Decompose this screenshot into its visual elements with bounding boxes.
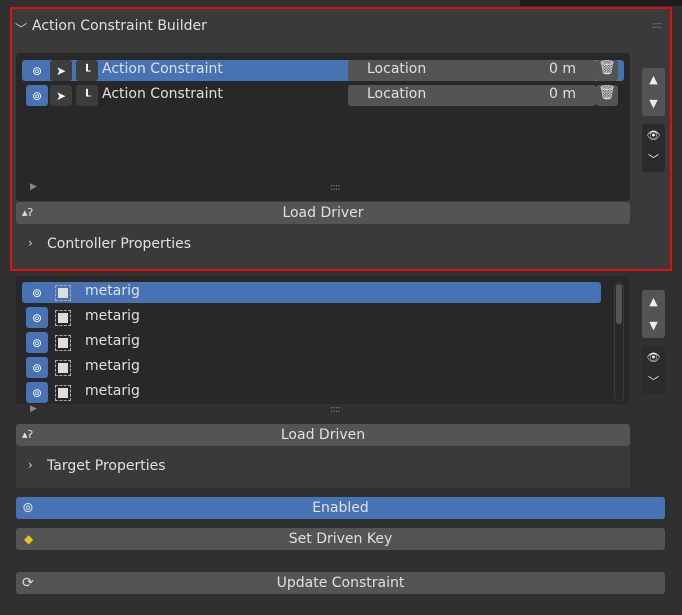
constraint-name[interactable]: Action Constraint — [102, 86, 223, 102]
scrollbar[interactable] — [614, 282, 624, 402]
trash-icon[interactable]: 🗑 — [596, 85, 618, 106]
bone-select-icon[interactable] — [52, 357, 74, 378]
top-strip — [520, 0, 682, 6]
field-value: 0 m — [549, 61, 576, 77]
constraint-icon: ⊚ — [26, 332, 48, 353]
chevron-down-icon[interactable]: ﹀ — [15, 20, 27, 37]
update-constraint-button[interactable]: ⟳ Update Constraint — [16, 572, 665, 594]
constraint-name[interactable]: Action Constraint — [102, 61, 223, 77]
target-row[interactable]: ⊚ metarig — [22, 332, 601, 353]
target-name[interactable]: metarig — [85, 333, 140, 349]
update-constraint-label: Update Constraint — [276, 575, 405, 591]
target-row[interactable]: ⊚ metarig — [22, 357, 601, 378]
target-row[interactable]: ⊚ metarig — [22, 382, 601, 403]
expand-triangle-icon[interactable]: ▶ — [30, 182, 37, 192]
target-properties-subpanel[interactable]: Target Properties — [47, 458, 166, 474]
load-driver-button[interactable]: ▴ʔ Load Driver — [16, 202, 630, 224]
driver-icon: ▴ʔ — [22, 428, 34, 441]
enabled-label: Enabled — [312, 500, 369, 516]
select-visible-icon[interactable]: 👁 — [642, 124, 665, 148]
chevron-right-icon[interactable]: › — [28, 458, 33, 472]
constraint-icon: ⊚ — [26, 307, 48, 328]
load-driven-label: Load Driven — [280, 427, 366, 443]
move-up-button[interactable]: ▲ — [642, 68, 665, 92]
constraint-row[interactable]: ⊚ ➤ ┖ Action Constraint Location 0 m 🗑 — [22, 85, 624, 106]
load-driver-label: Load Driver — [282, 205, 364, 221]
location-field[interactable]: Location 0 m — [348, 85, 596, 106]
list-resize-handle[interactable]: :::: — [330, 404, 341, 415]
keyframe-diamond-icon: ◆ — [24, 532, 34, 546]
move-up-button[interactable]: ▲ — [642, 290, 665, 314]
constraint-icon: ⊚ — [26, 60, 48, 81]
hierarchy-icon[interactable]: ┖ — [76, 85, 98, 106]
constraint-icon: ⊚ — [26, 282, 48, 303]
dropdown-chevron-icon[interactable]: ﹀ — [642, 370, 665, 394]
trash-icon[interactable]: 🗑 — [596, 60, 618, 81]
move-down-button[interactable]: ▼ — [642, 314, 665, 338]
constraint-icon: ⊚ — [26, 85, 48, 106]
set-driven-key-label: Set Driven Key — [288, 531, 393, 547]
constraint-icon: ⊚ — [26, 357, 48, 378]
drag-handle-icon[interactable]: :::: — [652, 20, 663, 31]
constraint-icon: ⊚ — [22, 500, 34, 516]
driver-icon: ▴ʔ — [22, 206, 34, 219]
bone-select-icon[interactable] — [52, 332, 74, 353]
move-buttons: ▲ ▼ — [642, 68, 665, 116]
target-row[interactable]: ⊚ metarig — [22, 282, 601, 303]
cursor-icon[interactable]: ➤ — [50, 60, 72, 81]
bone-select-icon[interactable] — [52, 307, 74, 328]
bone-select-icon[interactable] — [52, 282, 74, 303]
filter-buttons: 👁 ﹀ — [642, 124, 665, 172]
field-type: Location — [367, 86, 427, 102]
field-value: 0 m — [549, 86, 576, 102]
move-down-button[interactable]: ▼ — [642, 92, 665, 116]
controller-properties-subpanel[interactable]: Controller Properties — [47, 236, 191, 252]
load-driven-button[interactable]: ▴ʔ Load Driven — [16, 424, 630, 446]
hierarchy-icon[interactable]: ┖ — [76, 60, 98, 81]
target-filter-buttons: 👁 ﹀ — [642, 346, 665, 394]
list-resize-handle[interactable]: :::: — [330, 182, 341, 193]
refresh-icon: ⟳ — [22, 575, 34, 591]
target-name[interactable]: metarig — [85, 383, 140, 399]
expand-triangle-icon[interactable]: ▶ — [30, 404, 37, 414]
target-name[interactable]: metarig — [85, 283, 140, 299]
dropdown-chevron-icon[interactable]: ﹀ — [642, 148, 665, 172]
target-name[interactable]: metarig — [85, 358, 140, 374]
enabled-toggle[interactable]: ⊚ Enabled — [16, 497, 665, 519]
constraint-row[interactable]: ⊚ ➤ ┖ Action Constraint Location 0 m 🗑 — [22, 60, 624, 81]
target-move-buttons: ▲ ▼ — [642, 290, 665, 338]
target-name[interactable]: metarig — [85, 308, 140, 324]
chevron-right-icon[interactable]: › — [28, 236, 33, 250]
select-visible-icon[interactable]: 👁 — [642, 346, 665, 370]
panel-title[interactable]: Action Constraint Builder — [32, 18, 207, 34]
set-driven-key-button[interactable]: ◆ Set Driven Key — [16, 528, 665, 550]
constraint-icon: ⊚ — [26, 382, 48, 403]
target-row[interactable]: ⊚ metarig — [22, 307, 601, 328]
cursor-icon[interactable]: ➤ — [50, 85, 72, 106]
location-field[interactable]: Location 0 m — [348, 60, 596, 81]
bone-select-icon[interactable] — [52, 382, 74, 403]
field-type: Location — [367, 61, 427, 77]
